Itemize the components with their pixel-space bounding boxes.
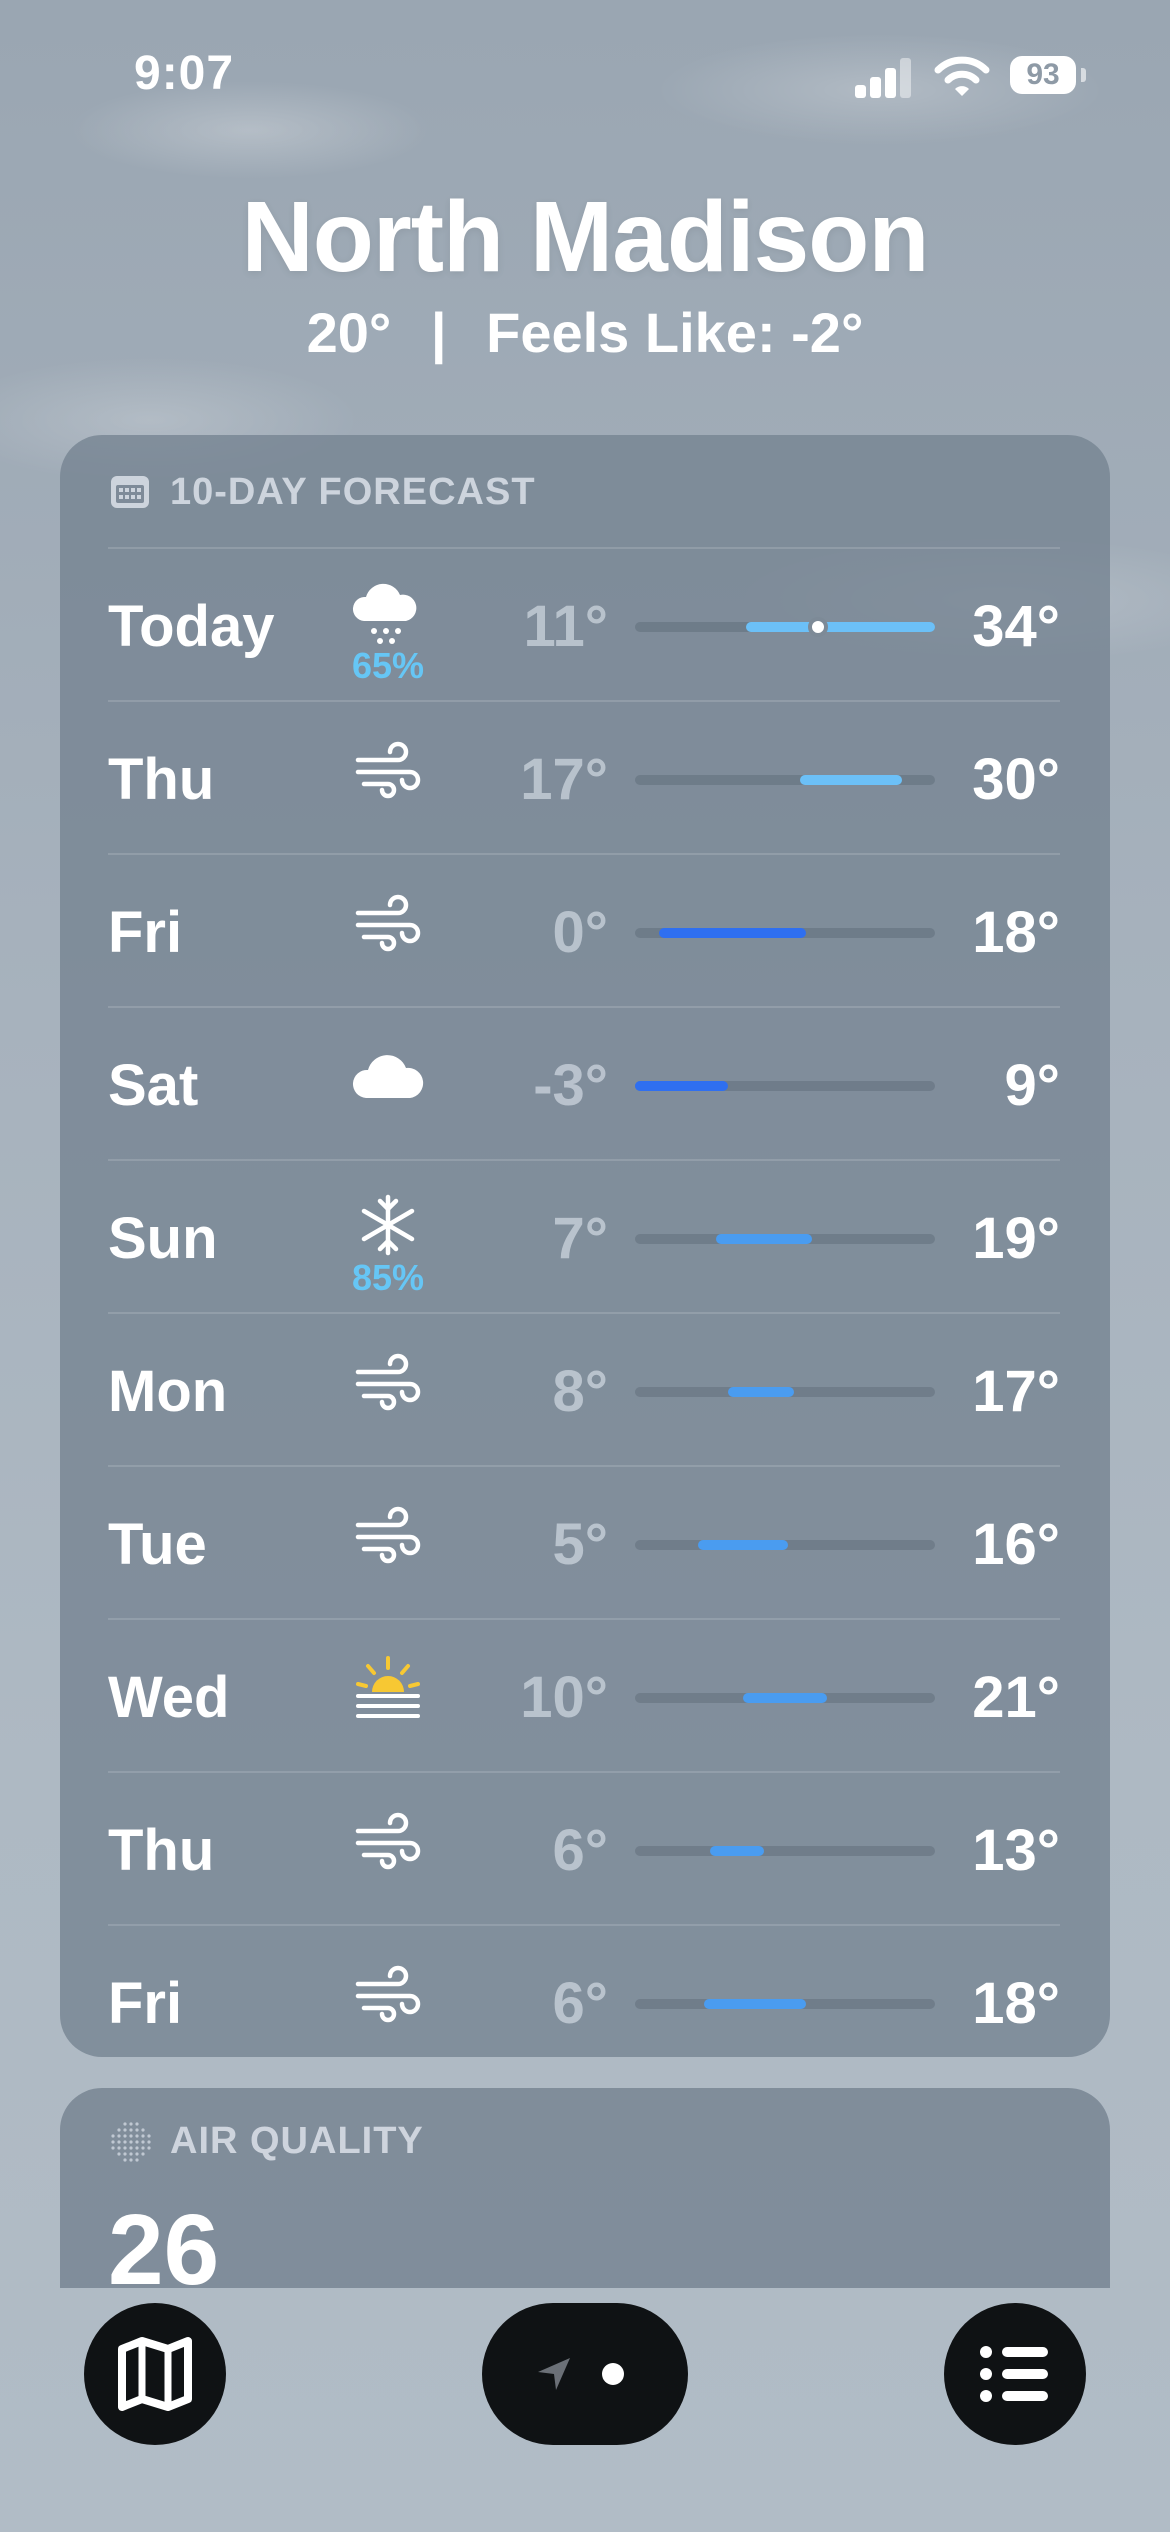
- forecast-day: Thu: [108, 747, 215, 812]
- temperature-range-fill: [743, 1693, 827, 1703]
- air-quality-label: AIR QUALITY: [170, 2120, 424, 2162]
- low-temperature: 0°: [552, 900, 608, 965]
- forecast-header: 10-DAY FORECAST: [110, 467, 536, 517]
- temperature-range-bar: [635, 1999, 935, 2009]
- current-temperature-marker: [808, 617, 828, 637]
- forecast-day: Wed: [108, 1665, 230, 1730]
- forecast-row[interactable]: Fri 6° 18°: [108, 1924, 1060, 2077]
- wind-icon: [348, 1954, 428, 2034]
- high-temperature: 19°: [972, 1206, 1060, 1271]
- high-temperature: 34°: [972, 594, 1060, 659]
- temperature-range-fill: [659, 928, 806, 938]
- status-time: 9:07: [134, 47, 235, 100]
- temperature-range-fill: [635, 1081, 728, 1091]
- temperature-range-fill: [728, 1387, 794, 1397]
- forecast-day: Sun: [108, 1206, 218, 1271]
- air-quality-icon: [111, 2121, 151, 2162]
- temperature-range-bar: [635, 1540, 935, 1550]
- battery-tip: [1081, 68, 1086, 82]
- wind-icon: [348, 883, 428, 963]
- forecast-day: Mon: [108, 1359, 228, 1424]
- temperature-range-bar: [635, 1846, 935, 1856]
- temperature-range-fill: [746, 622, 935, 632]
- wifi-icon: [934, 56, 990, 96]
- temperature-range-fill: [800, 775, 902, 785]
- forecast-day: Fri: [108, 900, 183, 965]
- forecast-day: Sat: [108, 1053, 199, 1118]
- forecast-row[interactable]: Thu 6° 13°: [108, 1771, 1060, 1924]
- forecast-row[interactable]: Mon 8° 17°: [108, 1312, 1060, 1465]
- forecast-title: 10-DAY FORECAST: [170, 470, 536, 513]
- high-temperature: 21°: [972, 1665, 1060, 1730]
- forecast-row[interactable]: Thu 17° 30°: [108, 700, 1060, 853]
- forecast-row[interactable]: Tue 5° 16°: [108, 1465, 1060, 1618]
- precipitation-chance: 85%: [351, 1257, 425, 1298]
- temperature-range-fill: [704, 1999, 806, 2009]
- cellular-signal-icon: [855, 56, 915, 98]
- low-temperature: 11°: [523, 594, 608, 659]
- current-conditions: 20° | Feels Like: -2°: [0, 300, 1170, 365]
- current-temperature: 20°: [306, 301, 392, 364]
- forecast-day: Thu: [108, 1818, 215, 1883]
- low-temperature: 17°: [520, 747, 608, 812]
- low-temperature: 7°: [552, 1206, 608, 1271]
- page-dot[interactable]: [602, 2363, 624, 2385]
- wind-icon: [348, 1801, 428, 1881]
- high-temperature: 18°: [972, 1971, 1060, 2036]
- wind-icon: [348, 730, 428, 810]
- precipitation-chance: 65%: [351, 645, 425, 686]
- temperature-range-fill: [716, 1234, 812, 1244]
- wind-icon: [348, 1495, 428, 1575]
- low-temperature: 6°: [552, 1818, 608, 1883]
- list-icon: [980, 2346, 1048, 2402]
- forecast-day: Today: [108, 594, 275, 659]
- temperature-range-bar: [635, 928, 935, 938]
- low-temperature: 5°: [552, 1512, 608, 1577]
- map-button[interactable]: [84, 2303, 226, 2445]
- city-name: North Madison: [241, 181, 930, 293]
- high-temperature: 30°: [972, 747, 1060, 812]
- temperature-range-bar: [635, 775, 935, 785]
- temperature-range-bar: [635, 1387, 935, 1397]
- low-temperature: -3°: [533, 1053, 608, 1118]
- air-quality-card[interactable]: AIR QUALITY 26: [60, 2088, 1110, 2306]
- temperature-range-bar: [635, 1081, 935, 1091]
- forecast-row[interactable]: Fri 0° 18°: [108, 853, 1060, 1006]
- forecast-row[interactable]: Wed 10° 21°: [108, 1618, 1060, 1771]
- high-temperature: 16°: [972, 1512, 1060, 1577]
- sunrise-icon: [348, 1648, 428, 1728]
- high-temperature: 17°: [972, 1359, 1060, 1424]
- forecast-day: Tue: [108, 1512, 207, 1577]
- high-temperature: 9°: [1004, 1053, 1060, 1118]
- location-pager[interactable]: [482, 2303, 688, 2445]
- list-button[interactable]: [944, 2303, 1086, 2445]
- low-temperature: 10°: [520, 1665, 608, 1730]
- temperature-range-bar: [635, 1693, 935, 1703]
- location-arrow-icon[interactable]: [534, 2354, 574, 2394]
- high-temperature: 18°: [972, 900, 1060, 965]
- wind-icon: [348, 1342, 428, 1422]
- forecast-day: Fri: [108, 1971, 183, 2036]
- forecast-list: Today 65% 11° 34° Thu 17° 30° Fri 0° 18° Sat -3° 9° S…: [108, 547, 1060, 2077]
- air-quality-header: AIR QUALITY: [110, 2120, 424, 2163]
- cloud-icon: [348, 1036, 428, 1116]
- air-quality-value: 26: [108, 2194, 220, 2306]
- forecast-row[interactable]: Sat -3° 9°: [108, 1006, 1060, 1159]
- feels-like: Feels Like: -2°: [486, 301, 864, 364]
- battery-indicator: 93: [1010, 56, 1076, 94]
- forecast-card[interactable]: 10-DAY FORECAST Today 65% 11° 34° Thu 17° 30° F…: [60, 435, 1110, 2057]
- temperature-range-fill: [698, 1540, 788, 1550]
- temperature-range-bar: [635, 1234, 935, 1244]
- status-bar: 9:07 93: [0, 0, 1170, 150]
- forecast-row[interactable]: Sun 85% 7° 19°: [108, 1159, 1060, 1312]
- temperature-range-bar: [635, 617, 935, 637]
- forecast-row[interactable]: Today 65% 11° 34°: [108, 547, 1060, 700]
- separator: |: [430, 301, 447, 364]
- high-temperature: 13°: [972, 1818, 1060, 1883]
- low-temperature: 6°: [552, 1971, 608, 2036]
- low-temperature: 8°: [552, 1359, 608, 1424]
- temperature-range-fill: [710, 1846, 764, 1856]
- calendar-icon: [111, 476, 149, 508]
- map-icon: [118, 2337, 192, 2411]
